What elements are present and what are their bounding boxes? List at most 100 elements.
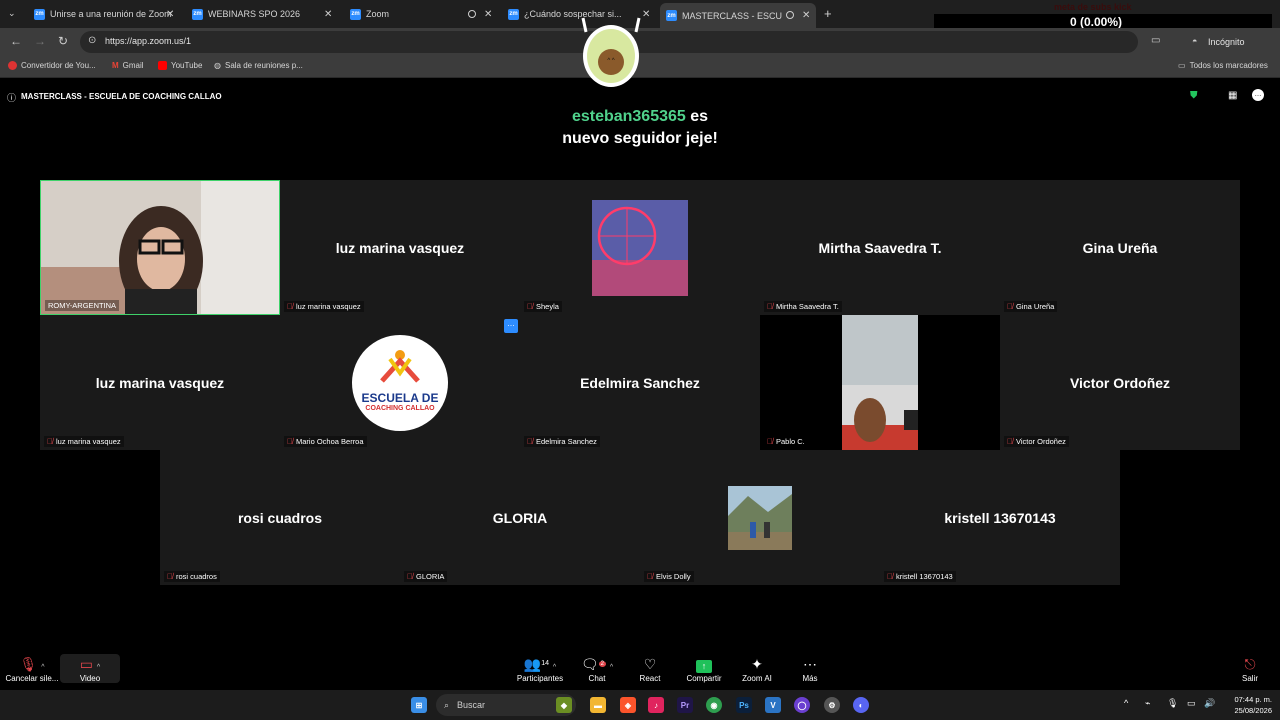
- security-shield-icon[interactable]: ⛊: [1190, 90, 1198, 101]
- discord-icon[interactable]: ◐: [853, 697, 869, 713]
- url-text[interactable]: https://app.zoom.us/1: [105, 36, 191, 46]
- participant-tile-sheyla[interactable]: 🎙̸ Sheyla: [520, 180, 760, 315]
- chrome-icon[interactable]: ◉: [706, 697, 722, 713]
- escuela-coaching-logo: ESCUELA DE COACHING CALLAO: [352, 335, 448, 431]
- participant-tile-elvis[interactable]: 🎙̸ Elvis Dolly: [640, 450, 880, 585]
- brave-icon[interactable]: ◈: [620, 697, 636, 713]
- share-button[interactable]: ↑ Compartir: [674, 654, 734, 683]
- back-icon[interactable]: ←: [10, 34, 22, 48]
- tab-webinars[interactable]: zm WEBINARS SPO 2026 ✕: [186, 3, 338, 25]
- tray-network-icon[interactable]: ⌁: [1145, 698, 1150, 709]
- new-tab-icon[interactable]: +: [824, 6, 832, 21]
- muted-mic-icon: 🎙̸: [1007, 437, 1013, 446]
- all-bookmarks[interactable]: ▭ Todos los marcadores: [1178, 61, 1268, 70]
- close-tab-icon[interactable]: ✕: [166, 9, 174, 20]
- bookmark-gmail[interactable]: M Gmail: [112, 61, 144, 70]
- participants-button[interactable]: 👥14 ^ Participantes: [510, 654, 570, 683]
- more-dots-icon: ⋯: [803, 656, 817, 672]
- participant-name: 🎙̸ rosi cuadros: [164, 571, 220, 582]
- muted-mic-icon: 🎙 ^: [19, 656, 45, 672]
- muted-mic-icon: 🎙̸: [287, 437, 293, 446]
- unmute-button[interactable]: 🎙 ^ Cancelar sile...: [2, 654, 62, 683]
- tray-mic-icon[interactable]: 🎙: [1167, 698, 1178, 709]
- sparkle-icon: ✦: [751, 656, 763, 672]
- tab-zoom[interactable]: zm Zoom ✕: [344, 3, 496, 25]
- video-button[interactable]: ▭ ^ Video: [60, 654, 120, 683]
- participant-tile-romy[interactable]: ROMY-ARGENTINA: [40, 180, 280, 315]
- settings-gear-icon[interactable]: ⚙: [824, 697, 840, 713]
- bookmark-youtube[interactable]: YouTube: [158, 61, 202, 70]
- muted-mic-icon: 🎙̸: [47, 437, 53, 446]
- participant-name: 🎙̸ kristell 13670143: [884, 571, 956, 582]
- close-tab-icon[interactable]: ✕: [324, 9, 332, 20]
- premiere-icon[interactable]: Pr: [677, 697, 693, 713]
- widget-icon[interactable]: ◆: [556, 697, 572, 713]
- participant-display-name: kristell 13670143: [944, 509, 1056, 526]
- windows-taskbar: ⊞ ⌕ Buscar ◆ ▬ ◈ ♪ Pr ◉ Ps V ◯ ⚙ ◐ ^ ⌁ 🎙…: [0, 690, 1280, 720]
- bookmark-convertidor[interactable]: Convertidor de You...: [8, 61, 96, 70]
- grid-view-icon[interactable]: ▦: [1228, 90, 1237, 101]
- chat-button[interactable]: 🗨 2 ^ Chat: [567, 654, 627, 683]
- participant-tile-pablo[interactable]: 🎙̸ Pablo C.: [760, 315, 1000, 450]
- vscode-icon[interactable]: V: [765, 697, 781, 713]
- participant-tile-mirtha[interactable]: Mirtha Saavedra T. 🎙̸ Mirtha Saavedra T.: [760, 180, 1000, 315]
- chat-bubble-icon[interactable]: …: [1252, 89, 1264, 101]
- incognito-label[interactable]: Incógnito: [1208, 37, 1245, 47]
- site-info-icon[interactable]: ⊙: [88, 35, 96, 46]
- zoom-favicon-icon: zm: [666, 10, 677, 21]
- bookmark-sala[interactable]: ◍ Sala de reuniones p...: [214, 61, 303, 70]
- participant-tile-gina[interactable]: Gina Ureña 🎙̸ Gina Ureña: [1000, 180, 1240, 315]
- sidepanel-icon[interactable]: ▭: [1151, 35, 1160, 46]
- tray-volume-icon[interactable]: 🔊: [1204, 698, 1215, 709]
- meeting-controls: 🎙 ^ Cancelar sile... ▭ ^ Video 👥14 ^ Par…: [0, 650, 1280, 690]
- participant-tile-mario[interactable]: ESCUELA DE COACHING CALLAO 🎙̸ Mario Ochoa…: [280, 315, 520, 450]
- zoom-favicon-icon: zm: [34, 8, 45, 20]
- reload-icon[interactable]: ↻: [58, 34, 68, 48]
- participant-tile-victor[interactable]: Victor Ordoñez 🎙̸ Victor Ordoñez: [1000, 315, 1240, 450]
- participant-tile-edelmira[interactable]: Edelmira Sanchez … 🎙̸ Edelmira Sanchez: [504, 315, 760, 450]
- more-options-icon[interactable]: …: [504, 319, 518, 333]
- participant-tile-luz-2[interactable]: luz marina vasquez 🎙̸ luz marina vasquez: [40, 315, 280, 450]
- file-explorer-icon[interactable]: ▬: [590, 697, 606, 713]
- tab-masterclass[interactable]: zm MASTERCLASS - ESCUELA I ✕: [660, 3, 816, 28]
- bookmark-icon: [8, 61, 17, 70]
- youtube-icon: [158, 61, 167, 70]
- logo-line1: ESCUELA DE: [361, 391, 439, 405]
- close-tab-icon[interactable]: ✕: [802, 10, 810, 21]
- zoom-ai-button[interactable]: ✦ Zoom AI: [727, 654, 787, 683]
- tiktok-icon[interactable]: ♪: [648, 697, 664, 713]
- incognito-icon: ◓: [1192, 36, 1198, 46]
- tray-display-icon[interactable]: ▭: [1187, 698, 1196, 709]
- taskbar-search[interactable]: ⌕ Buscar: [436, 694, 576, 716]
- leave-button[interactable]: ⎋ Salir: [1220, 654, 1280, 683]
- forward-icon[interactable]: →: [34, 34, 46, 48]
- muted-mic-icon: 🎙̸: [767, 437, 773, 446]
- meeting-title: MASTERCLASS - ESCUELA DE COACHING CALLAO: [21, 92, 222, 101]
- participant-tile-rosi[interactable]: rosi cuadros 🎙̸ rosi cuadros: [160, 450, 400, 585]
- participant-display-name: Gina Ureña: [1082, 239, 1158, 256]
- windows-start-icon[interactable]: ⊞: [411, 697, 427, 713]
- tray-chevron-icon[interactable]: ^: [1124, 698, 1128, 708]
- participant-tile-kristell[interactable]: kristell 13670143 🎙̸ kristell 13670143: [880, 450, 1120, 585]
- info-icon[interactable]: ⓘ: [7, 91, 16, 104]
- react-button[interactable]: ♡ React: [620, 654, 680, 683]
- participant-tile-luz-1[interactable]: luz marina vasquez 🎙̸ luz marina vasquez: [280, 180, 520, 315]
- muted-mic-icon: 🎙̸: [287, 302, 293, 311]
- leave-icon: ⎋: [1244, 656, 1256, 672]
- participant-display-name: luz marina vasquez: [95, 374, 225, 391]
- photoshop-icon[interactable]: Ps: [736, 697, 752, 713]
- zoom-favicon-icon: zm: [508, 8, 519, 20]
- close-tab-icon[interactable]: ✕: [642, 9, 650, 20]
- heart-icon: ♡: [643, 656, 657, 672]
- more-button[interactable]: ⋯ Más: [780, 654, 840, 683]
- obs-icon[interactable]: ◯: [794, 697, 810, 713]
- close-tab-icon[interactable]: ✕: [484, 9, 492, 20]
- recording-icon: [786, 11, 794, 19]
- tab-join-meeting[interactable]: zm Unirse a una reunión de Zoom ✕: [28, 3, 180, 25]
- zoom-favicon-icon: zm: [350, 8, 361, 20]
- muted-mic-icon: 🎙̸: [647, 572, 653, 581]
- participant-tile-gloria[interactable]: GLORIA 🎙̸ GLORIA: [400, 450, 640, 585]
- participant-name: 🎙̸ luz marina vasquez: [44, 436, 124, 447]
- tab-search-icon[interactable]: ⌄: [8, 8, 16, 19]
- system-clock[interactable]: 07:44 p. m. 25/08/2026: [1222, 694, 1272, 716]
